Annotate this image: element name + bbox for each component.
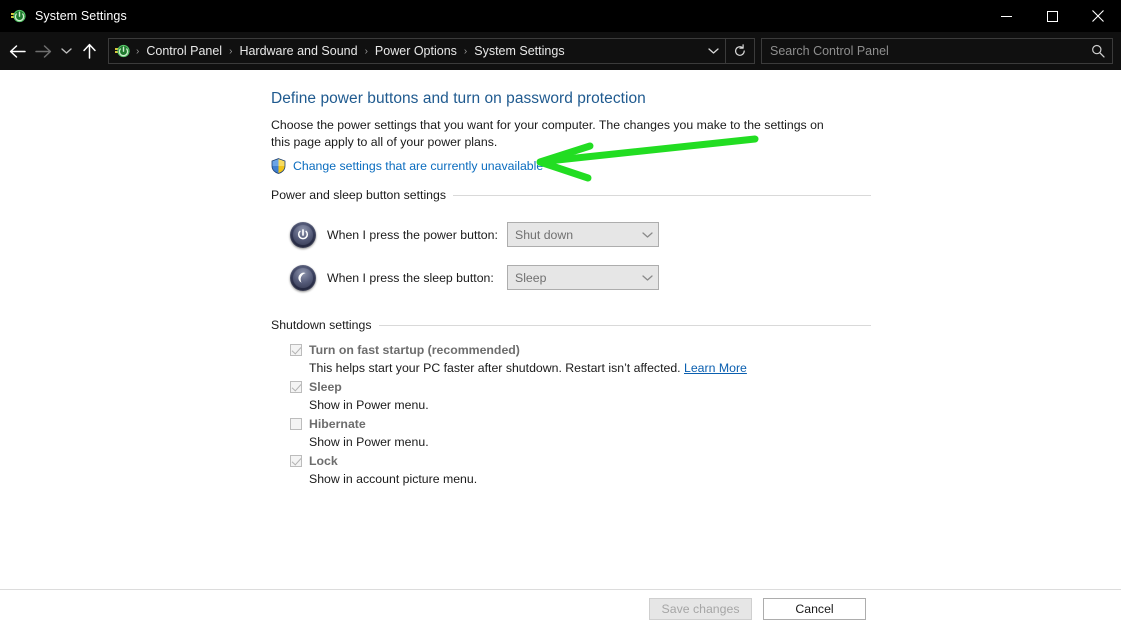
footer-button-bar: Save changes Cancel [0, 589, 1121, 628]
save-changes-button[interactable]: Save changes [649, 598, 752, 620]
fast-startup-description: This helps start your PC faster after sh… [290, 360, 871, 377]
breadcrumb-item-power-options[interactable]: Power Options [370, 42, 462, 60]
power-button-dropdown[interactable]: Shut down [507, 222, 659, 247]
search-input[interactable] [762, 44, 1084, 58]
sleep-button-dropdown-value: Sleep [515, 270, 547, 285]
chevron-down-icon[interactable] [701, 39, 725, 63]
settings-page: Define power buttons and turn on passwor… [271, 90, 871, 490]
minimize-icon[interactable] [983, 0, 1029, 32]
power-section-rule [453, 194, 871, 196]
chevron-down-icon [636, 231, 658, 239]
breadcrumb-item-hardware-and-sound[interactable]: Hardware and Sound [234, 42, 362, 60]
power-setting-rows: When I press the power button: Shut down [271, 204, 871, 299]
breadcrumb-item-control-panel[interactable]: Control Panel [141, 42, 227, 60]
address-bar[interactable]: › Control Panel › Hardware and Sound › P… [108, 38, 755, 64]
content-area: Define power buttons and turn on passwor… [0, 70, 1121, 628]
search-icon[interactable] [1084, 39, 1112, 63]
breadcrumb-separator-2: › [364, 45, 368, 57]
sleep-description: Show in Power menu. [309, 398, 429, 412]
sleep-button-icon [290, 264, 316, 291]
title-bar: System Settings [0, 0, 1121, 32]
fast-startup-checkbox[interactable] [290, 344, 302, 356]
forward-arrow-icon[interactable] [30, 36, 56, 66]
power-button-setting-row: When I press the power button: Shut down [290, 213, 871, 256]
fast-startup-label: Turn on fast startup (recommended) [309, 343, 520, 357]
page-title: Define power buttons and turn on passwor… [271, 90, 646, 107]
hibernate-checkbox[interactable] [290, 418, 302, 430]
power-section-label: Power and sleep button settings [271, 188, 447, 202]
sleep-checkbox-row[interactable]: Sleep [290, 379, 871, 397]
sleep-button-setting-row: When I press the sleep button: Sleep [290, 256, 871, 299]
refresh-icon[interactable] [726, 39, 754, 63]
list-item: Sleep Show in Power menu. [290, 379, 871, 414]
hibernate-checkbox-row[interactable]: Hibernate [290, 416, 871, 434]
breadcrumb: › Control Panel › Hardware and Sound › P… [134, 42, 701, 60]
shield-icon [271, 158, 286, 174]
chevron-down-icon [636, 274, 658, 282]
hibernate-label: Hibernate [309, 417, 366, 431]
address-bar-power-settings-icon [114, 43, 130, 59]
power-section-header: Power and sleep button settings [271, 188, 871, 202]
power-button-setting-label: When I press the power button: [327, 227, 498, 242]
caption-button-group [983, 0, 1121, 32]
sleep-label: Sleep [309, 380, 342, 394]
navigation-bar: › Control Panel › Hardware and Sound › P… [0, 32, 1121, 70]
sleep-button-dropdown[interactable]: Sleep [507, 265, 659, 290]
list-item: Turn on fast startup (recommended) This … [290, 342, 871, 377]
lock-checkbox[interactable] [290, 455, 302, 467]
power-button-dropdown-value: Shut down [515, 227, 574, 242]
search-box[interactable] [761, 38, 1113, 64]
learn-more-link[interactable]: Learn More [684, 361, 747, 375]
recent-locations-chevron-icon[interactable] [56, 36, 76, 66]
breadcrumb-separator-0: › [136, 45, 140, 57]
breadcrumb-separator-3: › [463, 45, 468, 57]
back-arrow-icon[interactable] [4, 36, 30, 66]
uac-link-row: Change settings that are currently unava… [271, 158, 871, 174]
breadcrumb-item-system-settings[interactable]: System Settings [469, 42, 569, 60]
window-title: System Settings [35, 9, 127, 23]
fast-startup-checkbox-row[interactable]: Turn on fast startup (recommended) [290, 342, 871, 360]
lock-label: Lock [309, 454, 338, 468]
list-item: Hibernate Show in Power menu. [290, 416, 871, 451]
sleep-checkbox[interactable] [290, 381, 302, 393]
power-settings-icon [10, 8, 26, 24]
shutdown-section-label: Shutdown settings [271, 318, 372, 332]
lock-checkbox-row[interactable]: Lock [290, 453, 871, 471]
uac-change-settings-link[interactable]: Change settings that are currently unava… [293, 159, 543, 173]
breadcrumb-separator-1: › [229, 45, 233, 57]
cancel-button[interactable]: Cancel [763, 598, 866, 620]
power-button-icon [290, 221, 316, 248]
shutdown-settings-list: Turn on fast startup (recommended) This … [271, 334, 871, 488]
system-settings-window: System Settings › Control Panel › Hardwa… [0, 0, 1121, 628]
fast-startup-description-text: This helps start your PC faster after sh… [309, 361, 684, 375]
maximize-icon[interactable] [1029, 0, 1075, 32]
shutdown-section-header: Shutdown settings [271, 318, 871, 332]
sleep-button-setting-label: When I press the sleep button: [327, 270, 494, 285]
shutdown-section-rule [378, 324, 871, 326]
hibernate-description: Show in Power menu. [309, 435, 429, 449]
lock-description: Show in account picture menu. [309, 472, 478, 486]
page-intro-text: Choose the power settings that you want … [271, 118, 824, 149]
close-icon[interactable] [1075, 0, 1121, 32]
list-item: Lock Show in account picture menu. [290, 453, 871, 488]
up-arrow-icon[interactable] [76, 36, 102, 66]
